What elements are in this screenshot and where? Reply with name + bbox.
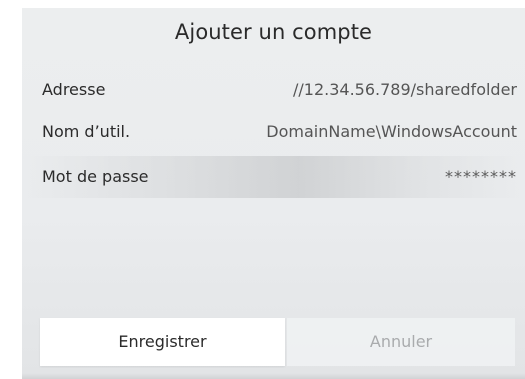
cancel-button[interactable]: Annuler	[287, 318, 515, 366]
dialog-title: Ajouter un compte	[174, 20, 373, 44]
username-row[interactable]: Nom d’util. DomainName\WindowsAccount	[22, 112, 525, 152]
save-button[interactable]: Enregistrer	[40, 318, 285, 366]
bottom-shadow	[22, 373, 525, 379]
address-value[interactable]: //12.34.56.789/sharedfolder	[293, 70, 517, 110]
add-account-dialog: Ajouter un compte Adresse //12.34.56.789…	[22, 8, 525, 379]
password-row[interactable]: Mot de passe ********	[22, 156, 525, 198]
address-row[interactable]: Adresse //12.34.56.789/sharedfolder	[22, 70, 525, 110]
username-value[interactable]: DomainName\WindowsAccount	[266, 112, 517, 152]
password-label: Mot de passe	[42, 167, 149, 186]
username-label: Nom d’util.	[42, 122, 131, 141]
address-label: Adresse	[42, 80, 106, 99]
password-value[interactable]: ********	[445, 156, 517, 198]
